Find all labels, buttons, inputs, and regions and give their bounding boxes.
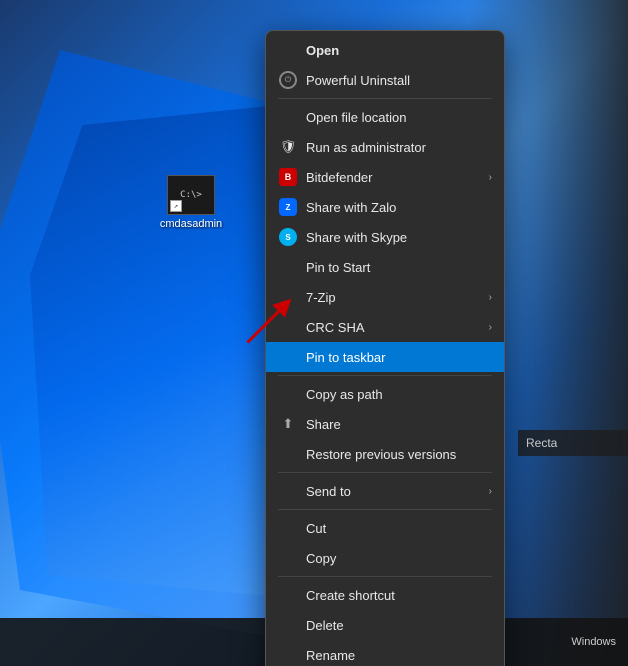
crc-icon	[278, 317, 298, 337]
7zip-submenu-arrow: ›	[489, 292, 492, 303]
shortcut-arrow: ↗	[170, 200, 182, 212]
menu-label-zalo: Share with Zalo	[306, 200, 396, 215]
menu-item-delete[interactable]: Delete	[266, 610, 504, 640]
menu-label-run-as-admin: Run as administrator	[306, 140, 426, 155]
menu-item-share[interactable]: ⬆ Share	[266, 409, 504, 439]
cut-icon	[278, 518, 298, 538]
menu-item-send-to[interactable]: Send to ›	[266, 476, 504, 506]
separator-5	[278, 576, 492, 577]
menu-item-rename[interactable]: Rename	[266, 640, 504, 666]
menu-label-pin-start: Pin to Start	[306, 260, 370, 275]
copy-path-icon	[278, 384, 298, 404]
desktop-icon-cmdasadmin[interactable]: ↗ cmdasadmin	[155, 175, 227, 230]
taskbar-corner-text: Windows	[571, 636, 616, 648]
menu-label-copy-path: Copy as path	[306, 387, 383, 402]
menu-label-powerful-uninstall: Powerful Uninstall	[306, 73, 410, 88]
menu-label-rename: Rename	[306, 648, 355, 663]
right-panel-text: Recta	[526, 436, 557, 450]
7zip-icon	[278, 287, 298, 307]
separator-4	[278, 509, 492, 510]
file-location-icon	[278, 107, 298, 127]
shield-icon: 🛡	[278, 137, 298, 157]
icon-label: cmdasadmin	[160, 218, 222, 230]
menu-item-powerful-uninstall[interactable]: ⏻ Powerful Uninstall	[266, 65, 504, 95]
menu-label-share: Share	[306, 417, 341, 432]
menu-item-pin-start[interactable]: Pin to Start	[266, 252, 504, 282]
send-to-submenu-arrow: ›	[489, 486, 492, 497]
icon-image: ↗	[167, 175, 215, 215]
open-icon	[278, 40, 298, 60]
context-menu: Open ⏻ Powerful Uninstall Open file loca…	[265, 30, 505, 666]
skype-icon: S	[278, 227, 298, 247]
separator-2	[278, 375, 492, 376]
menu-label-pin-taskbar: Pin to taskbar	[306, 350, 386, 365]
menu-label-open-file-location: Open file location	[306, 110, 406, 125]
menu-label-open: Open	[306, 43, 339, 58]
menu-item-run-as-admin[interactable]: 🛡 Run as administrator	[266, 132, 504, 162]
menu-item-copy[interactable]: Copy	[266, 543, 504, 573]
menu-label-cut: Cut	[306, 521, 326, 536]
menu-label-crc-sha: CRC SHA	[306, 320, 365, 335]
menu-label-7zip: 7-Zip	[306, 290, 336, 305]
menu-label-create-shortcut: Create shortcut	[306, 588, 395, 603]
separator-1	[278, 98, 492, 99]
bitdefender-submenu-arrow: ›	[489, 172, 492, 183]
menu-item-open[interactable]: Open	[266, 35, 504, 65]
menu-item-crc-sha[interactable]: CRC SHA ›	[266, 312, 504, 342]
menu-item-pin-taskbar[interactable]: Pin to taskbar	[266, 342, 504, 372]
menu-label-bitdefender: Bitdefender	[306, 170, 373, 185]
menu-label-skype: Share with Skype	[306, 230, 407, 245]
menu-item-7zip[interactable]: 7-Zip ›	[266, 282, 504, 312]
send-to-icon	[278, 481, 298, 501]
menu-label-send-to: Send to	[306, 484, 351, 499]
menu-item-open-file-location[interactable]: Open file location	[266, 102, 504, 132]
menu-item-cut[interactable]: Cut	[266, 513, 504, 543]
menu-label-delete: Delete	[306, 618, 344, 633]
right-panel: Recta	[518, 430, 628, 456]
menu-label-copy: Copy	[306, 551, 336, 566]
pin-taskbar-icon	[278, 347, 298, 367]
menu-item-copy-path[interactable]: Copy as path	[266, 379, 504, 409]
menu-label-restore-versions: Restore previous versions	[306, 447, 456, 462]
restore-icon	[278, 444, 298, 464]
power-uninstall-icon: ⏻	[278, 70, 298, 90]
copy-icon	[278, 548, 298, 568]
create-shortcut-icon	[278, 585, 298, 605]
rename-icon	[278, 645, 298, 665]
menu-item-bitdefender[interactable]: B Bitdefender ›	[266, 162, 504, 192]
delete-icon	[278, 615, 298, 635]
share-icon: ⬆	[278, 414, 298, 434]
menu-item-zalo[interactable]: Z Share with Zalo	[266, 192, 504, 222]
menu-item-skype[interactable]: S Share with Skype	[266, 222, 504, 252]
crc-submenu-arrow: ›	[489, 322, 492, 333]
pin-start-icon	[278, 257, 298, 277]
desktop: ↗ cmdasadmin Open ⏻ Powerful Uninstall O…	[0, 0, 628, 666]
bitdefender-icon: B	[278, 167, 298, 187]
separator-3	[278, 472, 492, 473]
menu-item-create-shortcut[interactable]: Create shortcut	[266, 580, 504, 610]
menu-item-restore-versions[interactable]: Restore previous versions	[266, 439, 504, 469]
zalo-icon: Z	[278, 197, 298, 217]
